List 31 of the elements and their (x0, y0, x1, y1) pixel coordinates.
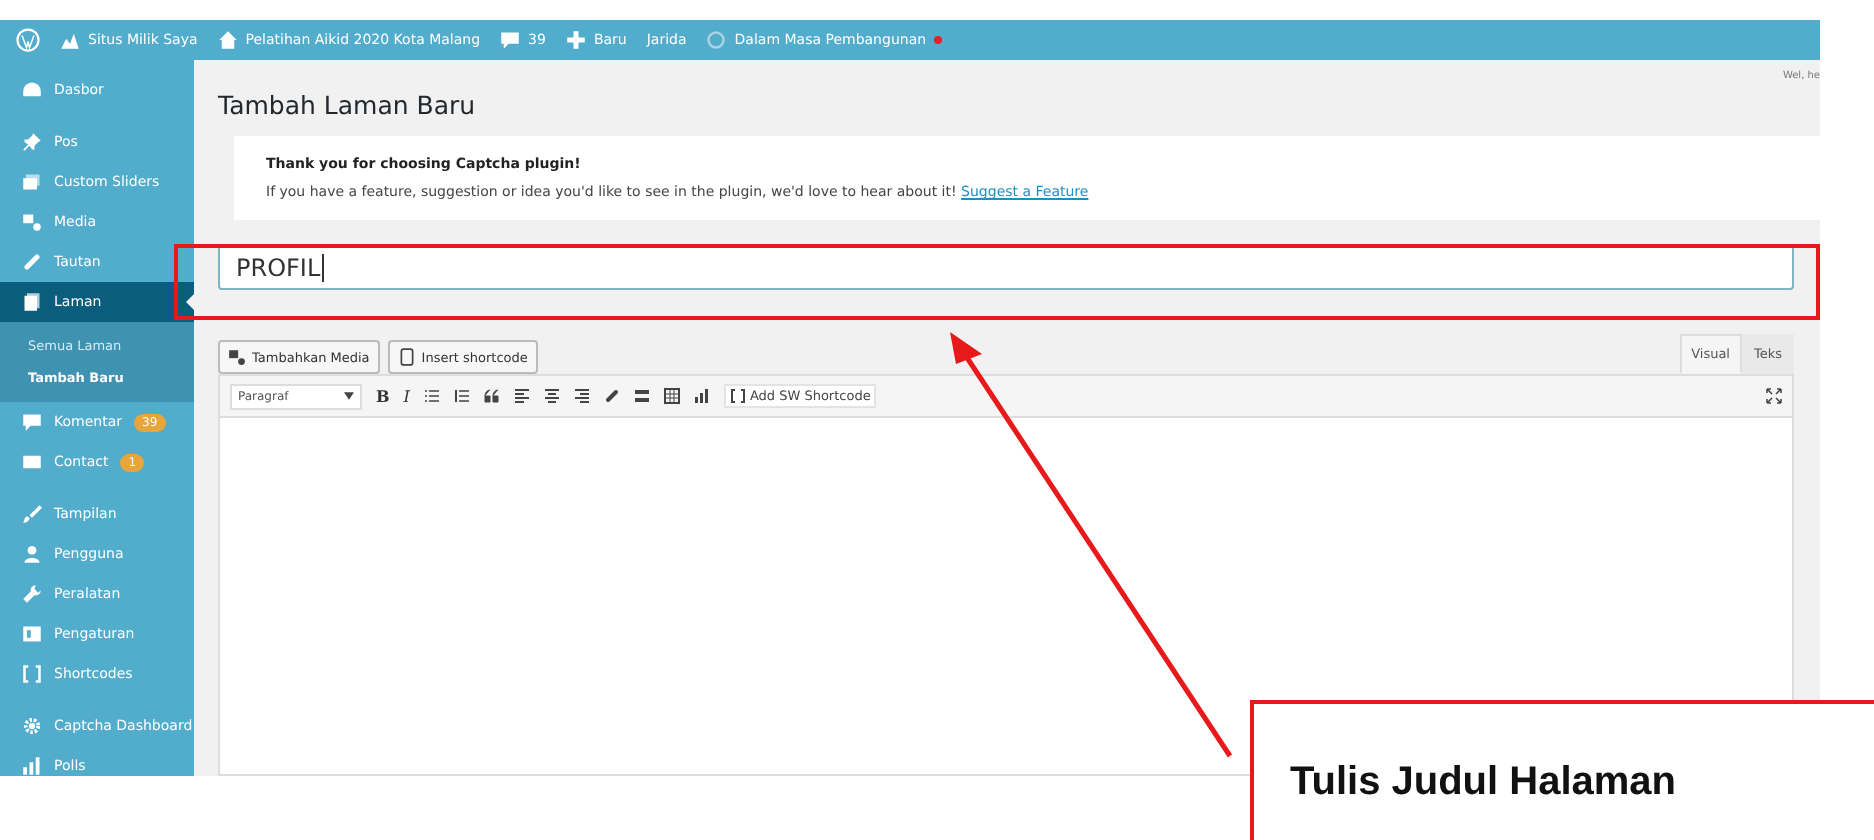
caret-icon (344, 392, 354, 400)
align-right-icon (573, 388, 590, 404)
wrench-icon (22, 584, 42, 604)
table-icon (663, 388, 680, 404)
title-field[interactable]: PROFIL (218, 244, 1794, 290)
callout-text: Tulis Judul Halaman (1250, 700, 1874, 840)
slides-icon (22, 172, 42, 192)
bar-chart-icon (22, 756, 42, 776)
pages-icon (22, 292, 42, 312)
numbered-list-icon (453, 388, 470, 404)
comment-icon (500, 30, 521, 50)
bar-chart-icon (693, 388, 710, 404)
brackets-icon (729, 388, 746, 404)
pin-icon (22, 132, 42, 152)
circle-icon (706, 30, 727, 50)
plus-icon (565, 30, 586, 50)
bullet-list-icon (423, 388, 440, 404)
user-icon (22, 544, 42, 564)
brackets-icon (22, 664, 42, 684)
bold-button[interactable]: B (376, 386, 390, 406)
align-center-icon (543, 388, 560, 404)
home-icon (217, 30, 238, 50)
brush-icon (22, 504, 42, 524)
status-dot (934, 36, 943, 44)
quote-icon (483, 388, 500, 404)
comment-icon (22, 412, 42, 432)
page-title: Tambah Laman Baru (218, 90, 478, 120)
align-left-icon (513, 388, 530, 404)
fullscreen-icon (1766, 388, 1782, 404)
gear-icon (22, 716, 42, 736)
italic-button[interactable]: I (403, 387, 410, 405)
